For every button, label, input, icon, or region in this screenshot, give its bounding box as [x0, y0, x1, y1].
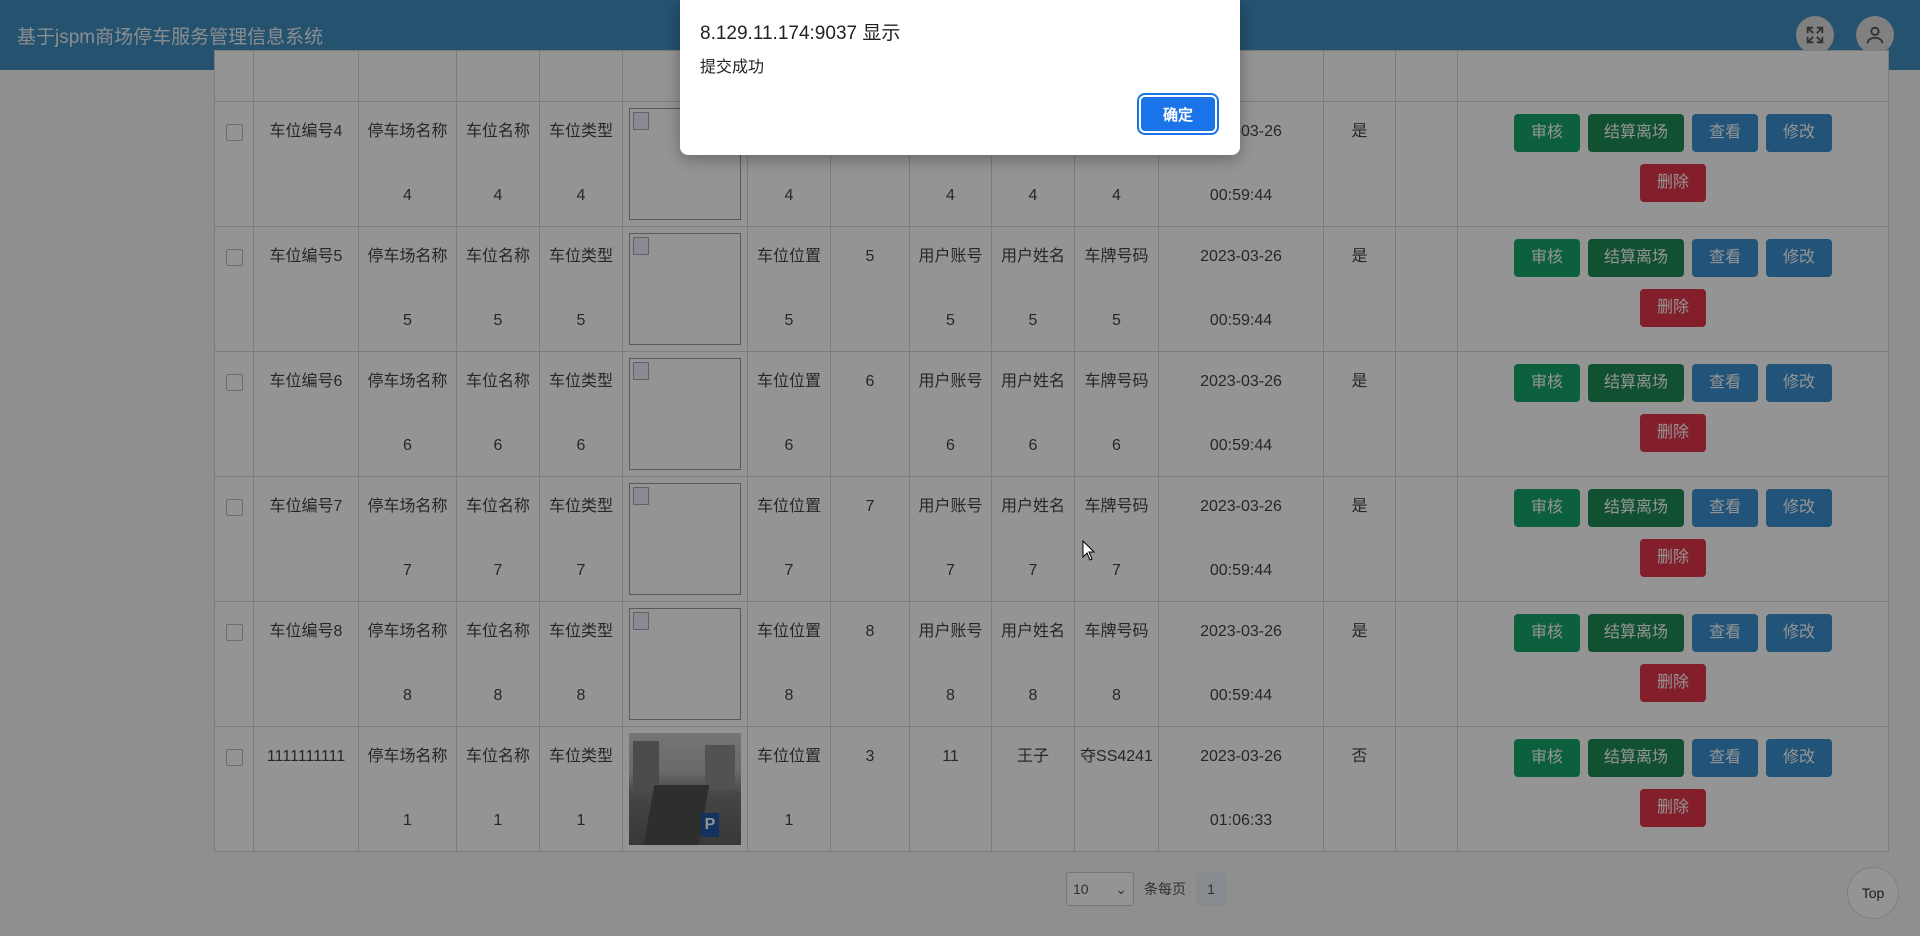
dialog-origin: 8.129.11.174:9037 显示 [700, 23, 901, 44]
dialog-message: 提交成功 [700, 59, 765, 76]
alert-dialog: 8.129.11.174:9037 显示 提交成功 确定 [680, 0, 1240, 155]
dialog-ok-button[interactable]: 确定 [1141, 97, 1215, 131]
